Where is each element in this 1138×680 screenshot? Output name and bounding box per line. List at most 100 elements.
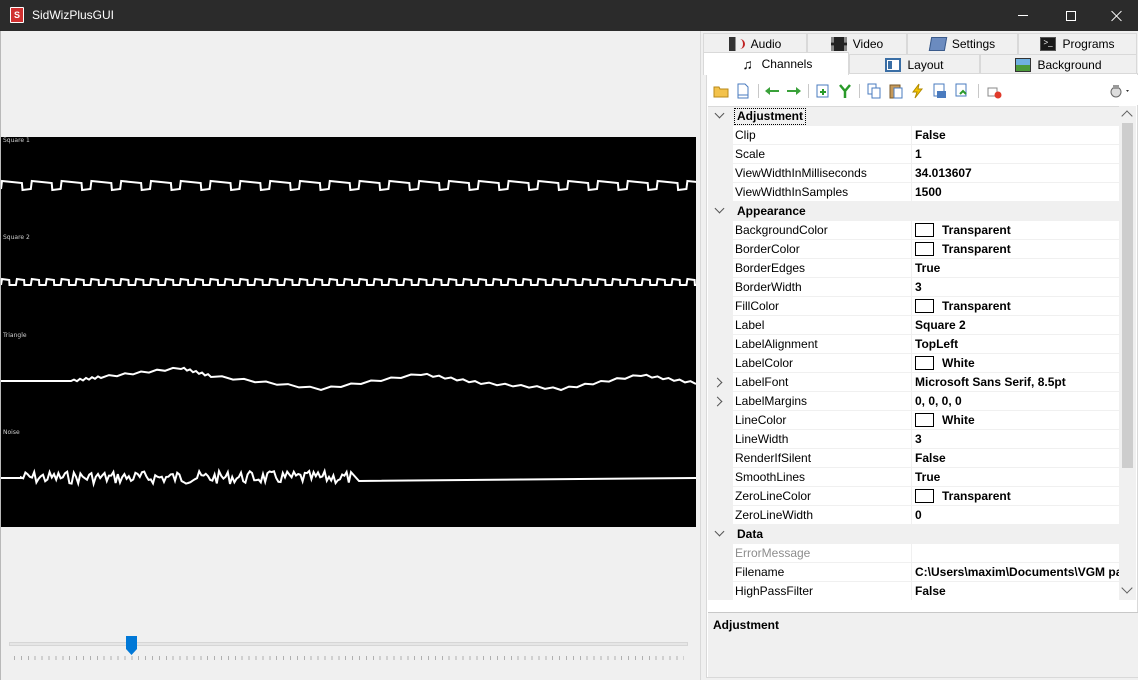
new-file-icon[interactable]: [735, 83, 751, 99]
split-icon[interactable]: [837, 83, 853, 99]
row-gutter: [708, 392, 733, 411]
property-row[interactable]: ViewWidthInMilliseconds 34.013607: [708, 164, 1119, 183]
timeline-ticks: [14, 656, 684, 660]
property-value[interactable]: False: [911, 449, 1119, 468]
property-value[interactable]: 1500: [911, 183, 1119, 202]
property-value[interactable]: Transparent: [911, 487, 1119, 506]
property-grid[interactable]: Adjustment Clip False Scale 1 ViewWidthInMill…: [708, 106, 1119, 600]
arrow-right-icon[interactable]: [786, 83, 802, 99]
property-row[interactable]: BorderEdges True: [708, 259, 1119, 278]
property-value[interactable]: Square 2: [911, 316, 1119, 335]
scroll-down-icon[interactable]: [1121, 582, 1133, 594]
property-category[interactable]: Appearance: [708, 202, 1119, 221]
property-value-text: Transparent: [942, 489, 1011, 503]
maximize-button[interactable]: [1048, 0, 1094, 31]
property-row[interactable]: ErrorMessage: [708, 544, 1119, 563]
tab-label: Settings: [951, 37, 996, 51]
property-value[interactable]: Microsoft Sans Serif, 8.5pt: [911, 373, 1119, 392]
property-value[interactable]: 3: [911, 430, 1119, 449]
property-row[interactable]: BorderColor Transparent: [708, 240, 1119, 259]
property-value[interactable]: True: [911, 468, 1119, 487]
property-row[interactable]: LineWidth 3: [708, 430, 1119, 449]
property-category[interactable]: Data: [708, 525, 1119, 544]
tab-video[interactable]: Video: [807, 33, 907, 54]
property-value[interactable]: 34.013607: [911, 164, 1119, 183]
property-value[interactable]: 0, 0, 0, 0: [911, 392, 1119, 411]
property-value[interactable]: C:\Users\maxim\Documents\VGM pa: [911, 563, 1119, 582]
property-row[interactable]: ZeroLineColor Transparent: [708, 487, 1119, 506]
chevron-right-icon[interactable]: [712, 377, 723, 388]
property-value-text: False: [915, 584, 946, 598]
close-button[interactable]: [1094, 0, 1138, 31]
chevron-down-icon[interactable]: [714, 108, 725, 119]
tab-settings[interactable]: Settings: [907, 33, 1018, 54]
property-value[interactable]: White: [911, 354, 1119, 373]
remove-icon[interactable]: [986, 83, 1002, 99]
property-value[interactable]: True: [911, 259, 1119, 278]
property-value[interactable]: White: [911, 411, 1119, 430]
property-value[interactable]: 1: [911, 145, 1119, 164]
tab-programs[interactable]: Programs: [1018, 33, 1137, 54]
chevron-down-icon[interactable]: [714, 526, 725, 537]
minimize-icon: [1018, 15, 1028, 16]
property-value-text: True: [915, 470, 941, 484]
paste-icon[interactable]: [888, 83, 904, 99]
tab-background[interactable]: Background: [980, 54, 1137, 75]
property-row[interactable]: LabelFont Microsoft Sans Serif, 8.5pt: [708, 373, 1119, 392]
row-gutter: [708, 126, 733, 145]
property-row[interactable]: Filename C:\Users\maxim\Documents\VGM pa: [708, 563, 1119, 582]
property-row[interactable]: Clip False: [708, 126, 1119, 145]
property-row[interactable]: ViewWidthInSamples 1500: [708, 183, 1119, 202]
property-row[interactable]: ZeroLineWidth 0: [708, 506, 1119, 525]
property-value[interactable]: 3: [911, 278, 1119, 297]
tab-label: Video: [852, 37, 884, 51]
property-category[interactable]: Adjustment: [708, 107, 1119, 126]
chevron-down-icon[interactable]: [714, 203, 725, 214]
tab-channels[interactable]: ♫ Channels: [703, 52, 849, 75]
scroll-up-icon[interactable]: [1121, 110, 1133, 122]
property-row[interactable]: LabelAlignment TopLeft: [708, 335, 1119, 354]
row-gutter: [708, 582, 733, 600]
timeline-slider-track[interactable]: [9, 642, 688, 646]
property-value-text: 0, 0, 0, 0: [915, 394, 962, 408]
scroll-thumb[interactable]: [1122, 123, 1133, 468]
property-row[interactable]: FillColor Transparent: [708, 297, 1119, 316]
property-row[interactable]: LabelMargins 0, 0, 0, 0: [708, 392, 1119, 411]
row-gutter: [708, 468, 733, 487]
chevron-right-icon[interactable]: [712, 396, 723, 407]
property-row[interactable]: SmoothLines True: [708, 468, 1119, 487]
minimize-button[interactable]: [1000, 0, 1046, 31]
tab-layout[interactable]: Layout: [849, 54, 980, 75]
property-value[interactable]: False: [911, 126, 1119, 145]
paste-settings-icon[interactable]: [954, 83, 970, 99]
property-value[interactable]: False: [911, 582, 1119, 600]
property-value-text: White: [942, 356, 975, 370]
tab-audio[interactable]: Audio: [703, 33, 807, 54]
property-grid-scrollbar[interactable]: [1119, 106, 1136, 600]
open-folder-icon[interactable]: [713, 83, 729, 99]
property-row[interactable]: BackgroundColor Transparent: [708, 221, 1119, 240]
property-row[interactable]: LabelColor White: [708, 354, 1119, 373]
property-value[interactable]: TopLeft: [911, 335, 1119, 354]
property-value[interactable]: [911, 544, 1119, 563]
copy-settings-icon[interactable]: [932, 83, 948, 99]
add-channel-icon[interactable]: [815, 83, 831, 99]
timeline-slider-thumb[interactable]: [125, 636, 137, 655]
property-row[interactable]: HighPassFilter False: [708, 582, 1119, 600]
arrow-left-icon[interactable]: [764, 83, 780, 99]
property-value[interactable]: Transparent: [911, 240, 1119, 259]
picture-icon: [1015, 58, 1032, 72]
property-value[interactable]: 0: [911, 506, 1119, 525]
property-value[interactable]: Transparent: [911, 221, 1119, 240]
property-value[interactable]: Transparent: [911, 297, 1119, 316]
property-row[interactable]: RenderIfSilent False: [708, 449, 1119, 468]
property-value-text: 3: [915, 280, 922, 294]
property-row[interactable]: Label Square 2: [708, 316, 1119, 335]
property-row[interactable]: LineColor White: [708, 411, 1119, 430]
property-name: BorderEdges: [733, 259, 911, 278]
lightning-icon[interactable]: [910, 83, 926, 99]
copy-icon[interactable]: [866, 83, 882, 99]
property-row[interactable]: Scale 1: [708, 145, 1119, 164]
property-row[interactable]: BorderWidth 3: [708, 278, 1119, 297]
properties-dropdown-icon[interactable]: [1108, 83, 1132, 99]
